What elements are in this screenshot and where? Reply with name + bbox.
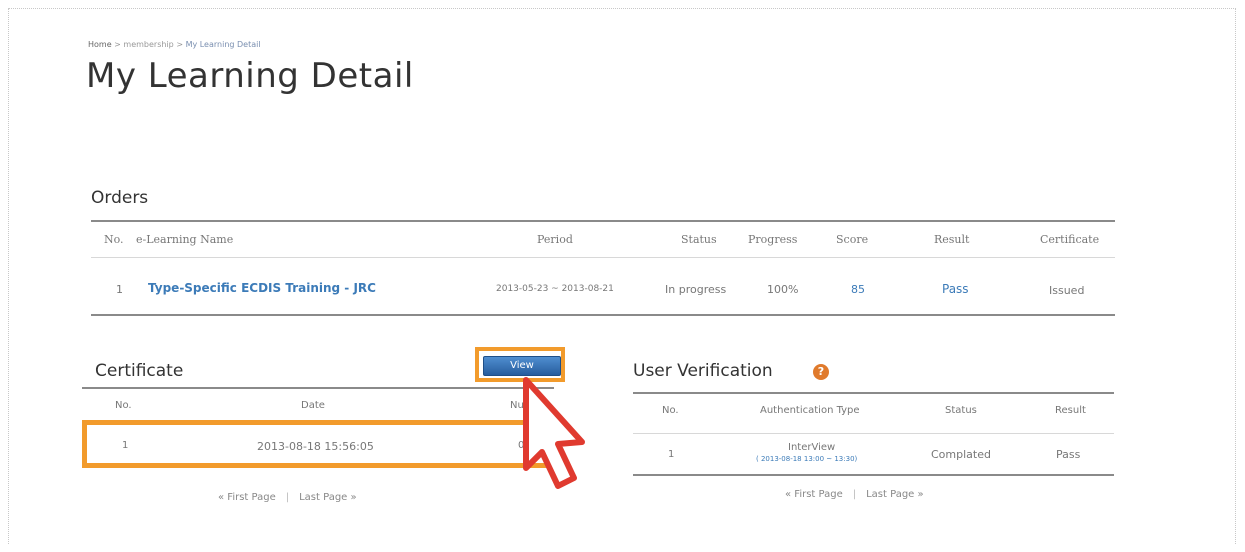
- orders-result-link[interactable]: Pass: [942, 282, 969, 296]
- verification-col-status: Status: [945, 405, 977, 416]
- pager-separator: |: [285, 492, 290, 503]
- orders-course-link[interactable]: Type-Specific ECDIS Training - JRC: [148, 281, 376, 295]
- orders-col-period: Period: [537, 233, 573, 246]
- breadcrumb-separator: >: [176, 40, 184, 49]
- cursor-arrow-icon: [523, 377, 585, 489]
- orders-col-score: Score: [836, 233, 869, 246]
- orders-header-rule: [91, 257, 1115, 258]
- orders-bottom-rule: [91, 314, 1115, 316]
- certificate-pager: « First Page | Last Page »: [218, 492, 357, 503]
- verification-row-type-detail[interactable]: ( 2013-08-18 13:00 ~ 13:30): [756, 455, 857, 463]
- verification-row-result: Pass: [1056, 448, 1081, 461]
- orders-col-result: Result: [934, 233, 970, 246]
- verification-col-no: No.: [662, 405, 679, 416]
- certificate-top-rule: [82, 387, 554, 389]
- verification-row-type: InterView: [788, 442, 836, 453]
- verification-bottom-rule: [633, 474, 1114, 476]
- page-title: My Learning Detail: [86, 56, 414, 96]
- pager-separator: |: [852, 489, 857, 500]
- verification-last-page-link[interactable]: Last Page »: [866, 489, 924, 500]
- breadcrumb-membership[interactable]: membership: [123, 40, 173, 49]
- orders-col-certificate: Certificate: [1040, 233, 1100, 246]
- breadcrumb-home[interactable]: Home: [88, 40, 112, 49]
- breadcrumb: Home > membership > My Learning Detail: [88, 40, 261, 49]
- orders-row-period: 2013-05-23 ~ 2013-08-21: [496, 284, 614, 294]
- verification-header-rule: [633, 433, 1114, 434]
- orders-row-status: In progress: [665, 283, 727, 296]
- verification-pager: « First Page | Last Page »: [785, 489, 924, 500]
- orders-col-name: e-Learning Name: [136, 233, 234, 246]
- certificate-last-page-link[interactable]: Last Page »: [299, 492, 357, 503]
- orders-top-rule: [91, 220, 1115, 222]
- orders-col-status: Status: [681, 233, 717, 246]
- verification-col-result: Result: [1055, 405, 1086, 416]
- verification-first-page-link[interactable]: « First Page: [785, 489, 843, 500]
- certificate-title: Certificate: [95, 361, 184, 381]
- question-circle-icon[interactable]: ?: [813, 364, 829, 380]
- verification-title: User Verification: [633, 361, 773, 381]
- certificate-col-no: No.: [115, 400, 132, 411]
- verification-row-no: 1: [668, 449, 675, 460]
- breadcrumb-separator: >: [114, 40, 121, 49]
- highlight-certificate-row: [82, 420, 552, 468]
- orders-score-link[interactable]: 85: [851, 283, 865, 296]
- breadcrumb-current: My Learning Detail: [185, 40, 261, 49]
- orders-row-progress: 100%: [767, 283, 799, 296]
- orders-row-certificate: Issued: [1049, 284, 1085, 297]
- verification-col-type: Authentication Type: [760, 405, 860, 416]
- orders-row-no: 1: [116, 283, 123, 296]
- orders-title: Orders: [91, 188, 149, 208]
- orders-col-progress: Progress: [748, 233, 798, 246]
- certificate-first-page-link[interactable]: « First Page: [218, 492, 276, 503]
- orders-col-no: No.: [104, 233, 124, 246]
- certificate-col-date: Date: [301, 400, 325, 411]
- verification-row-status: Complated: [931, 448, 991, 461]
- verification-top-rule: [633, 392, 1114, 394]
